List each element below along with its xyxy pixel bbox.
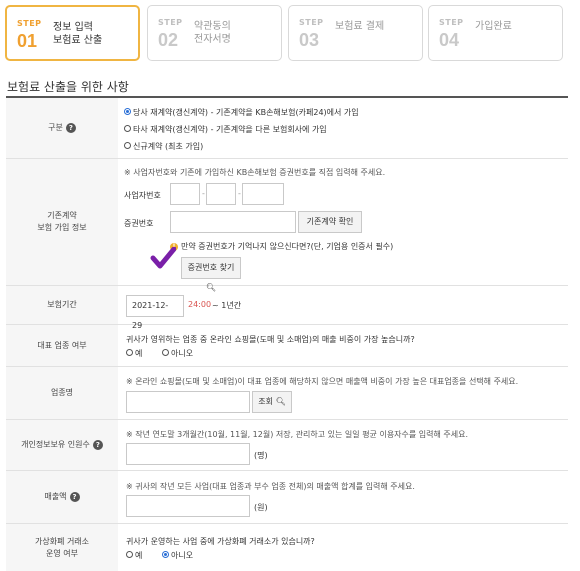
row-main-biz-header: 대표 업종 여부 [6, 325, 118, 366]
industry-input[interactable] [126, 391, 250, 413]
step-indicator: STEP 01 정보 입력 보험료 산출 STEP 02 약관동의 전자서명 STE… [5, 5, 573, 61]
radio-icon [126, 349, 133, 356]
row-main-biz: 대표 업종 여부 귀사가 영위하는 업종 중 온라인 쇼핑몰(도매 및 소매업)… [6, 325, 568, 367]
step-1-title: 정보 입력 보험료 산출 [53, 22, 103, 46]
radio-icon [124, 142, 131, 149]
step-3: STEP 03 보험료 결제 [288, 5, 423, 61]
policy-number-label: 증권번호 [124, 219, 154, 228]
step-2: STEP 02 약관동의 전자서명 [147, 5, 282, 61]
biz-number-2[interactable] [206, 183, 236, 205]
row-privacy: 개인정보보유 인원수? ※ 작년 연도말 3개월간(10월, 11월, 12월)… [6, 420, 568, 471]
radio-icon [126, 551, 133, 558]
help-icon[interactable]: ? [69, 492, 80, 502]
dash: - [238, 189, 241, 198]
policy-warning: ! 만약 증권번호가 기억나지 않으신다면?(단, 기업용 인증서 필수) [170, 241, 393, 252]
step-3-number: 03 [299, 30, 320, 50]
privacy-unit: (명) [254, 451, 268, 460]
radio-main-biz-no[interactable]: 아니오 [162, 348, 193, 359]
crypto-question: 귀사가 운영하는 사업 중에 가상화폐 거래소가 있습니까? [126, 537, 315, 546]
start-date-input[interactable]: 2021-12-29 [126, 295, 184, 330]
row-sales-header: 매출액? [6, 471, 118, 523]
biz-number-1[interactable] [170, 183, 200, 205]
step-3-title: 보험료 결제 [335, 21, 385, 32]
radio-renew-other[interactable]: 타사 재계약(갱신계약) - 기존계약을 다른 보험회사에 가입 [124, 124, 327, 135]
sales-note: ※ 귀사의 작년 모든 사업(대표 업종과 부수 업종 전체)의 매출액 합계를… [126, 482, 415, 491]
row-crypto-header: 가상화폐 거래소 운영 여부 [6, 524, 118, 571]
step-4-label: STEP [439, 18, 464, 27]
row-industry-header: 업종명 [6, 367, 118, 419]
dash: - [202, 189, 205, 198]
privacy-note: ※ 작년 연도말 3개월간(10월, 11월, 12월) 저장, 관리하고 있는… [126, 430, 469, 439]
row-privacy-header: 개인정보보유 인원수? [6, 420, 118, 470]
step-1-label: STEP [17, 19, 42, 28]
row-gubun: 구분? 당사 재계약(갱신계약) - 기존계약을 KB손해보험(카페24)에서 … [6, 98, 568, 159]
radio-icon [162, 349, 169, 356]
period-suffix: ~ 1년간 [212, 301, 242, 310]
step-1-number: 01 [17, 31, 38, 51]
radio-main-biz-yes[interactable]: 예 [126, 348, 142, 359]
step-2-title: 약관동의 전자서명 [194, 21, 231, 45]
biz-number-3[interactable] [242, 183, 284, 205]
industry-note: ※ 온라인 쇼핑몰(도매 및 소매업)이 대표 업종에 해당하지 않으면 매출액… [126, 377, 519, 386]
biz-number-label: 사업자번호 [124, 191, 161, 200]
radio-selected-icon [162, 551, 169, 558]
row-industry: 업종명 ※ 온라인 쇼핑몰(도매 및 소매업)이 대표 업종에 해당하지 않으면… [6, 367, 568, 420]
radio-renew-own[interactable]: 당사 재계약(갱신계약) - 기존계약을 KB손해보험(카페24)에서 가입 [124, 107, 359, 118]
privacy-count-input[interactable] [126, 443, 250, 465]
row-period-header: 보험기간 [6, 286, 118, 324]
row-period: 보험기간 2021-12-29 24:00 ~ 1년간 [6, 286, 568, 330]
step-1: STEP 01 정보 입력 보험료 산출 [5, 5, 140, 61]
start-time: 24:00 [188, 300, 212, 309]
help-icon[interactable]: ? [65, 123, 76, 133]
check-mark-annotation [150, 247, 176, 269]
radio-selected-icon [124, 108, 131, 115]
radio-new[interactable]: 신규계약 (최초 가입) [124, 141, 203, 152]
step-4-number: 04 [439, 30, 460, 50]
find-policy-button[interactable]: 증권번호 찾기 🔍︎ [181, 257, 241, 292]
step-2-number: 02 [158, 30, 179, 50]
sales-unit: (원) [254, 503, 268, 512]
radio-crypto-yes[interactable]: 예 [126, 550, 142, 561]
section-title: 보험료 산출을 위한 사항 [7, 80, 129, 94]
step-4-title: 가입완료 [475, 21, 512, 32]
step-2-label: STEP [158, 18, 183, 27]
confirm-existing-button[interactable]: 기존계약 확인 [298, 211, 362, 233]
row-sales: 매출액? ※ 귀사의 작년 모든 사업(대표 업종과 부수 업종 전체)의 매출… [6, 471, 568, 524]
step-3-label: STEP [299, 18, 324, 27]
row-existing-header: 기존계약 보험 가입 정보 [6, 159, 118, 285]
radio-icon [124, 125, 131, 132]
radio-crypto-no[interactable]: 아니오 [162, 550, 193, 561]
help-icon[interactable]: ? [92, 440, 103, 450]
sales-input[interactable] [126, 495, 250, 517]
row-existing: 기존계약 보험 가입 정보 ※ 사업자번호와 기존에 가입하신 KB손해보험 증권… [6, 159, 568, 292]
industry-search-button[interactable]: 조회 🔍︎ [252, 391, 292, 413]
row-gubun-header: 구분? [6, 98, 118, 158]
step-4: STEP 04 가입완료 [428, 5, 563, 61]
row-crypto: 가상화폐 거래소 운영 여부 귀사가 운영하는 사업 중에 가상화폐 거래소가 있… [6, 524, 568, 571]
search-icon: 🔍︎ [275, 397, 286, 406]
existing-note: ※ 사업자번호와 기존에 가입하신 KB손해보험 증권번호를 직접 입력해 주세… [124, 168, 386, 177]
main-biz-question: 귀사가 영위하는 업종 중 온라인 쇼핑몰(도매 및 소매업)의 매출 비중이 … [126, 335, 415, 344]
policy-number-input[interactable] [170, 211, 296, 233]
